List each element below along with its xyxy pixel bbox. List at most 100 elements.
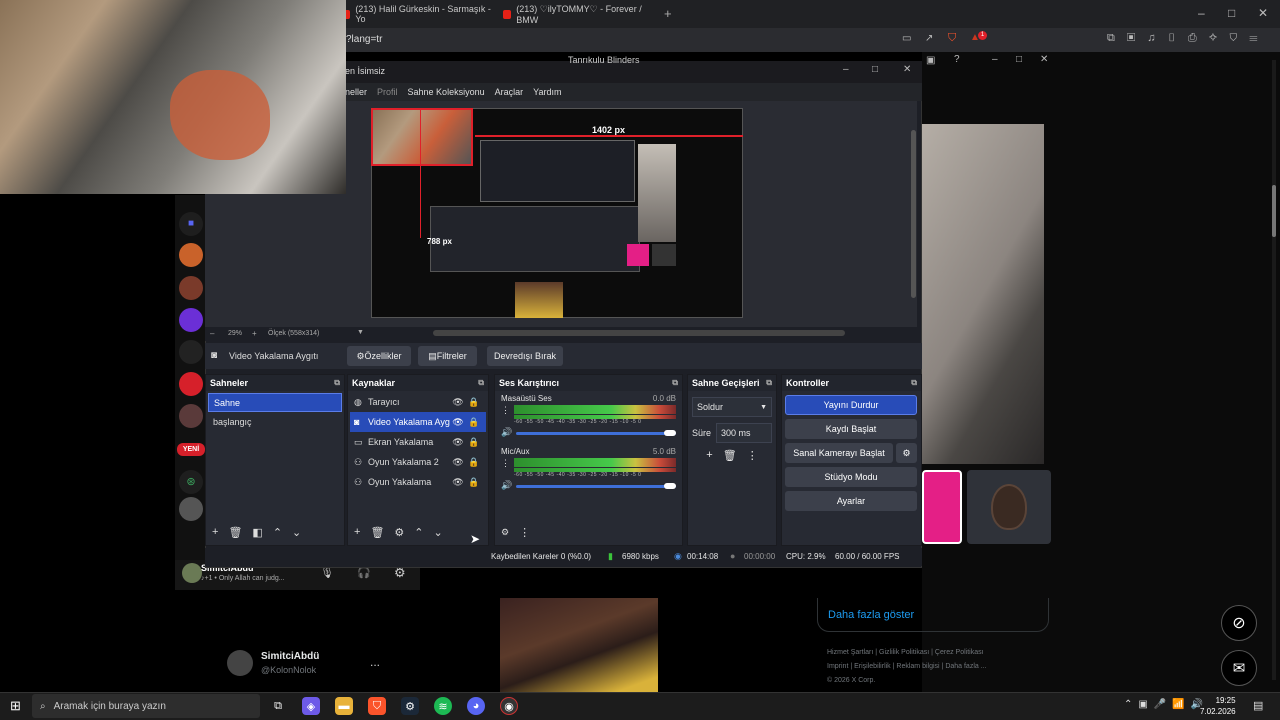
transition-select[interactable]: Soldur ▼	[692, 397, 772, 417]
scrollbar-thumb[interactable]	[1272, 185, 1276, 237]
obs-icon[interactable]: ◉	[500, 697, 518, 715]
volume-slider[interactable]	[516, 482, 676, 489]
undock-icon[interactable]: ⧉	[334, 378, 340, 388]
footer-link[interactable]: Reklam bilgisi	[896, 663, 939, 670]
stop-streaming-button[interactable]: Yayını Durdur	[785, 395, 917, 415]
footer-link[interactable]: Hizmet Şartları	[827, 649, 873, 656]
messages-button[interactable]: ✉	[1221, 650, 1257, 686]
volume-slider[interactable]	[516, 429, 676, 436]
undock-icon[interactable]: ⧉	[911, 378, 917, 388]
undock-icon[interactable]: ⧉	[672, 378, 678, 388]
preview-hscroll[interactable]	[433, 330, 845, 336]
zoom-dropdown-icon[interactable]: ▼	[357, 329, 364, 336]
footer-link[interactable]: Erişilebilirlik	[854, 663, 891, 670]
participant-tile[interactable]	[922, 470, 962, 544]
post-author-name[interactable]: SimitciAbdü	[261, 651, 319, 662]
browser-tab[interactable]: (213) ♡ilyTOMMY♡ - Forever / BMW	[503, 4, 653, 25]
menu-item-tools[interactable]: Araçlar	[495, 87, 524, 97]
preview-scrollbar[interactable]	[911, 130, 916, 298]
system-tray-icons[interactable]: ⌃▣🎤📶🔊	[1124, 699, 1209, 710]
footer-link[interactable]: Çerez Politikası	[935, 649, 984, 656]
visibility-eye-icon[interactable]: 👁	[450, 477, 466, 488]
lock-icon[interactable]: 🔒	[466, 457, 482, 468]
brave-shield-icon[interactable]: ⛉	[948, 32, 956, 45]
visibility-eye-icon[interactable]: 👁	[450, 437, 466, 448]
move-up-icon[interactable]: ⌃	[273, 526, 282, 539]
avatar[interactable]	[182, 563, 202, 583]
obs-maximize-button[interactable]: □	[872, 64, 878, 75]
kebab-menu-icon[interactable]: ⋮	[747, 449, 758, 462]
cast-icon[interactable]: ▭	[902, 33, 911, 44]
brave-icon[interactable]: ⛉	[368, 697, 386, 715]
kebab-menu-icon[interactable]: ⋮	[501, 458, 510, 478]
start-virtual-camera-button[interactable]: Sanal Kamerayı Başlat	[785, 443, 893, 463]
trash-icon[interactable]: 🗑	[228, 526, 242, 539]
zoom-in-button[interactable]: +	[252, 329, 257, 338]
scrollbar[interactable]	[1272, 60, 1276, 680]
lock-icon[interactable]: 🔒	[466, 437, 482, 448]
system-clock[interactable]: 19:25 7.02.2026	[1200, 695, 1236, 717]
visibility-eye-icon[interactable]: 👁	[450, 397, 466, 408]
speaker-icon[interactable]: 🔊	[501, 427, 512, 438]
obs-close-button[interactable]: ✕	[903, 64, 911, 75]
monitor-icon[interactable]: ▣	[926, 55, 935, 66]
scene-item[interactable]: başlangıç	[208, 412, 342, 431]
zoom-out-button[interactable]: –	[210, 329, 214, 338]
duration-spinbox[interactable]: 300 ms	[716, 423, 772, 443]
source-item[interactable]: ◙ Video Yakalama Aygıtı 👁 🔒	[350, 412, 486, 432]
browser-tab[interactable]: (213) Halil Gürkeskin - Sarmaşık - Yo	[342, 4, 492, 24]
windows-start-icon[interactable]: ⊞	[10, 698, 21, 714]
visibility-eye-icon[interactable]: 👁	[450, 457, 466, 468]
minimize-button[interactable]: –	[1198, 6, 1205, 20]
footer-link[interactable]: Daha fazla ...	[945, 663, 986, 670]
extensions-icons[interactable]: ⧉▣♫▯⎙✧⛉☰	[1107, 32, 1270, 45]
obs-minimize-button[interactable]: –	[843, 64, 849, 75]
source-item[interactable]: ◍ Tarayıcı 👁 🔒	[350, 392, 486, 412]
kebab-menu-icon[interactable]: ⋮	[501, 405, 510, 425]
menu-item-scene-collection[interactable]: Sahne Koleksiyonu	[408, 87, 485, 97]
server-icon[interactable]	[179, 404, 203, 428]
footer-link[interactable]: Imprint	[827, 663, 848, 670]
post-image[interactable]	[500, 598, 658, 692]
trash-icon[interactable]: 🗑	[723, 449, 737, 462]
lock-icon[interactable]: 🔒	[466, 477, 482, 488]
post-more-button[interactable]: ...	[370, 655, 380, 669]
steam-icon[interactable]: ⚙	[401, 697, 419, 715]
source-item[interactable]: ⚇ Oyun Yakalama 👁 🔒	[350, 472, 486, 492]
deactivate-button[interactable]: Devredışı Bırak	[487, 346, 563, 366]
menu-item-help[interactable]: Yardım	[533, 87, 561, 97]
discord-icon[interactable]: ◕	[467, 697, 485, 715]
add-icon[interactable]: +	[706, 449, 712, 462]
grok-button[interactable]: ⊘	[1221, 605, 1257, 641]
notifications-icon[interactable]: ▤	[1253, 699, 1263, 712]
volume-knob[interactable]	[664, 482, 676, 489]
maximize-button[interactable]: □	[1228, 6, 1235, 20]
advanced-audio-icon[interactable]: ⚙	[501, 527, 509, 538]
menu-item-profile[interactable]: Profil	[377, 87, 398, 97]
start-recording-button[interactable]: Kaydı Başlat	[785, 419, 917, 439]
avatar[interactable]	[227, 650, 253, 676]
scene-filter-icon[interactable]: ◧	[252, 526, 262, 539]
selected-source-box[interactable]	[371, 108, 473, 166]
close-button[interactable]: ✕	[1040, 54, 1048, 65]
server-icon[interactable]	[179, 372, 203, 396]
properties-button[interactable]: ⚙ Özellikler	[347, 346, 411, 366]
folder-icon[interactable]: ■	[179, 212, 203, 236]
trash-icon[interactable]: 🗑	[370, 526, 384, 539]
minimize-button[interactable]: –	[992, 54, 998, 65]
lock-icon[interactable]: 🔒	[466, 397, 482, 408]
menu-item-scenes[interactable]: neller	[345, 87, 367, 97]
show-more-link[interactable]: Daha fazla göster	[828, 609, 914, 621]
source-item[interactable]: ⚇ Oyun Yakalama 2 👁 🔒	[350, 452, 486, 472]
speaker-icon[interactable]: 🔊	[501, 480, 512, 491]
file-explorer-icon[interactable]: ▬	[335, 697, 353, 715]
taskbar-search[interactable]: ⌕ Aramak için buraya yazın	[32, 694, 260, 718]
share-icon[interactable]: ↗	[925, 33, 933, 44]
kebab-menu-icon[interactable]: ⋮	[519, 526, 530, 539]
move-down-icon[interactable]: ⌄	[434, 526, 443, 539]
visibility-eye-icon[interactable]: 👁	[450, 417, 466, 428]
address-bar[interactable]: ?lang=tr	[346, 34, 382, 45]
lock-icon[interactable]: 🔒	[466, 417, 482, 428]
undock-icon[interactable]: ⧉	[766, 378, 772, 388]
spotify-icon[interactable]: ≋	[434, 697, 452, 715]
